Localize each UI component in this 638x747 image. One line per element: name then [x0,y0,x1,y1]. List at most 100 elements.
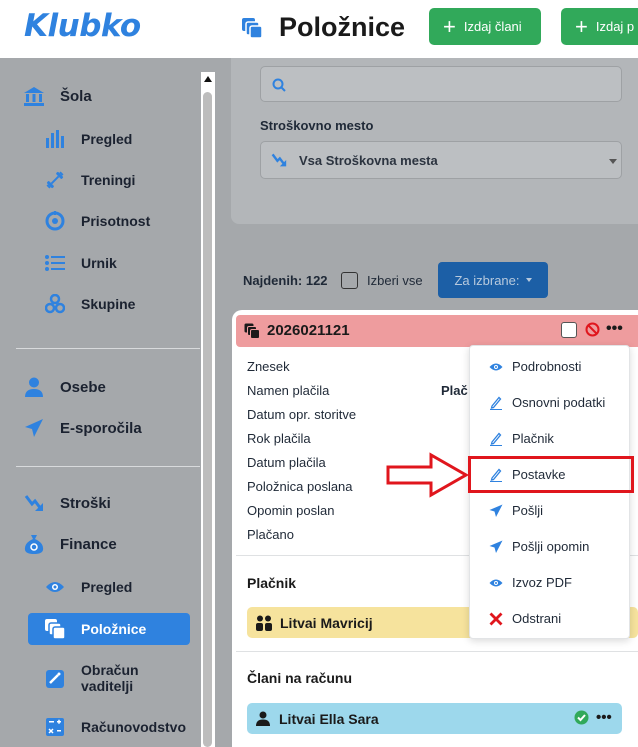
group-icon [256,615,272,631]
sidebar-item-label: Skupine [81,296,136,312]
issue-members-button[interactable]: + Izdaj člani [429,8,541,45]
purpose-value: Plač [441,383,468,398]
sidebar-item-label: Treningi [81,172,136,188]
sidebar-divider [16,348,200,349]
menu-item-send[interactable]: Pošlji [489,503,543,518]
nav-costs[interactable]: Stroški [22,491,111,515]
sidebar-item-label: Položnice [81,621,147,637]
field-label: Namen plačila [247,383,330,398]
sidebar-item-label: Pregled [81,579,133,595]
nav-persons-label: Osebe [60,378,106,396]
menu-item-label: Pošlji [512,503,544,518]
close-icon [489,612,503,626]
caret-down-icon [525,278,532,282]
money-bag-icon [22,532,46,556]
menu-item-label: Izvoz PDF [512,575,572,590]
member-row[interactable]: Litvai Ella Sara [247,703,622,734]
school-icon [22,84,46,108]
nav-persons[interactable]: Osebe [22,375,106,399]
calculator-icon [44,716,66,738]
nav-school[interactable]: Šola [22,84,92,108]
block-icon[interactable] [585,322,600,337]
cost-center-value: Vsa Stroškovna mesta [299,152,438,168]
eye-icon [489,360,503,374]
nav-finance-label: Finance [60,535,117,553]
trend-down-icon [271,153,287,167]
search-input[interactable] [260,66,622,102]
sidebar-item-groups[interactable]: Skupine [44,293,135,315]
sidebar-item-accounting[interactable]: Računovodstvo [44,716,186,738]
menu-item-basic-data[interactable]: Osnovni podatki [489,395,605,410]
menu-item-send-reminder[interactable]: Pošlji opomin [489,539,589,554]
nav-finance[interactable]: Finance [22,532,117,556]
payer-section-title: Plačnik [247,575,297,591]
field-label: Plačano [247,527,294,542]
menu-item-label: Plačnik [512,431,554,446]
nav-email[interactable]: E-sporočila [22,416,142,440]
field-label: Datum opr. storitve [247,407,357,422]
cost-center-select[interactable]: Vsa Stroškovna mesta [260,141,622,179]
scroll-up-icon[interactable] [204,76,212,82]
eye-icon [44,576,66,598]
send-icon [489,504,503,518]
menu-item-label: Osnovni podatki [512,395,606,410]
sidebar-item-invoices[interactable]: Položnice [28,613,190,645]
sidebar-item-attendance[interactable]: Prisotnost [44,210,150,232]
list-icon [44,252,66,274]
field-label: Položnica poslana [247,479,353,494]
sidebar-item-overview[interactable]: Pregled [44,128,132,150]
chevron-down-icon [609,159,617,164]
groups-icon [44,293,66,315]
sidebar-item-trainings[interactable]: Treningi [44,169,135,191]
search-icon [272,78,286,92]
menu-item-export-pdf[interactable]: Izvoz PDF [489,575,572,590]
send-icon [489,540,503,554]
menu-item-label: Odstrani [512,611,562,626]
card-divider [236,651,638,652]
more-options-icon[interactable]: ••• [606,320,623,338]
field-label: Opomin poslan [247,503,335,518]
members-section-title: Člani na računu [247,670,353,686]
check-circle-icon [574,710,589,725]
bulk-actions-button[interactable]: Za izbrane: [438,262,548,298]
pencil-icon [489,396,503,410]
annotation-highlight-box [468,456,634,493]
menu-item-remove[interactable]: Odstrani [489,611,561,626]
member-more-icon[interactable]: ••• [596,709,612,726]
sidebar-item-label: Urnik [81,255,117,271]
plus-icon: + [443,13,456,39]
sidebar-item-label: Računovodstvo [81,719,187,735]
invoice-icon [244,323,260,339]
menu-item-label: Podrobnosti [512,359,582,374]
menu-item-payer[interactable]: Plačnik [489,431,554,446]
scrollbar-thumb[interactable] [203,92,212,747]
attendance-icon [44,210,66,232]
sidebar-divider [16,466,200,467]
sidebar-item-label: Pregled [81,131,133,147]
member-name: Litvai Ella Sara [279,710,379,727]
cost-center-label: Stroškovno mesto [260,118,374,133]
sidebar-item-label: Obračun vaditelji [81,662,139,694]
sidebar-item-coach-payroll[interactable]: Obračun vaditelji [44,662,161,694]
invoices-icon [242,18,263,39]
sidebar-item-schedule[interactable]: Urnik [44,252,117,274]
app-logo[interactable]: Klubko [24,8,141,44]
select-all-checkbox[interactable] [341,272,358,289]
field-label: Znesek [247,359,290,374]
payer-name: Litvai Mavricij [280,614,373,631]
issue-members-label: Izdaj člani [463,19,522,34]
annotation-arrow-icon [386,452,470,498]
invoice-select-checkbox[interactable] [561,322,577,338]
invoice-number: 2026021121 [267,322,350,339]
app-header: Klubko Položnice + Izdaj člani + Izdaj p [0,0,638,58]
bulk-actions-label: Za izbrane: [454,272,520,288]
menu-item-details[interactable]: Podrobnosti [489,359,581,374]
nav-email-label: E-sporočila [60,419,142,437]
issue-payers-button[interactable]: + Izdaj p [561,8,638,45]
person-icon [22,375,46,399]
select-all-label[interactable]: Izberi vse [367,273,423,288]
sidebar-item-finance-overview[interactable]: Pregled [44,576,132,598]
eye-icon [489,576,503,590]
calculator-edit-icon [44,668,66,690]
invoices-icon [44,618,66,640]
